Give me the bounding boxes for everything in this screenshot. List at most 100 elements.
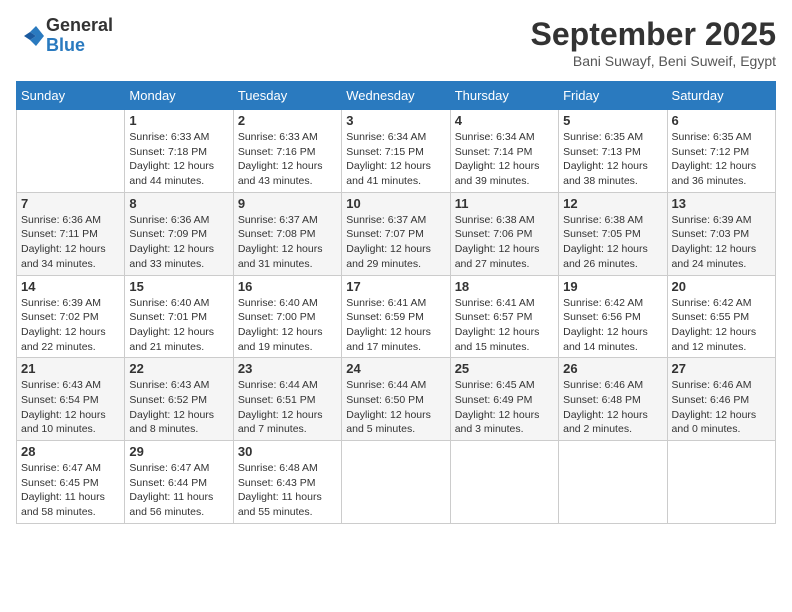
calendar-cell: 1 Sunrise: 6:33 AM Sunset: 7:18 PM Daylig… — [125, 110, 233, 193]
calendar-cell — [342, 441, 450, 524]
calendar-cell: 28Sunrise: 6:47 AM Sunset: 6:45 PM Dayli… — [17, 441, 125, 524]
day-number: 19 — [563, 279, 662, 294]
calendar-week-row: 21Sunrise: 6:43 AM Sunset: 6:54 PM Dayli… — [17, 358, 776, 441]
day-number: 10 — [346, 196, 445, 211]
day-info: Sunrise: 6:41 AM Sunset: 6:59 PM Dayligh… — [346, 296, 445, 355]
calendar-cell: 14Sunrise: 6:39 AM Sunset: 7:02 PM Dayli… — [17, 275, 125, 358]
calendar-cell: 30 Sunrise: 6:48 AM Sunset: 6:43 PM Dayli… — [233, 441, 341, 524]
day-info: Sunrise: 6:48 AM Sunset: 6:43 PM Dayligh… — [238, 461, 337, 520]
day-info: Sunrise: 6:35 AM Sunset: 7:13 PM Dayligh… — [563, 130, 662, 189]
day-info: Sunrise: 6:36 AM Sunset: 7:09 PM Dayligh… — [129, 213, 228, 272]
calendar-week-row: 7Sunrise: 6:36 AM Sunset: 7:11 PM Daylig… — [17, 192, 776, 275]
day-number: 18 — [455, 279, 554, 294]
logo-text: General Blue — [46, 16, 113, 56]
calendar-cell: 12 Sunrise: 6:38 AM Sunset: 7:05 PM Dayli… — [559, 192, 667, 275]
calendar-cell: 11 Sunrise: 6:38 AM Sunset: 7:06 PM Dayli… — [450, 192, 558, 275]
weekday-header-tuesday: Tuesday — [233, 82, 341, 110]
calendar-cell — [667, 441, 775, 524]
location-subtitle: Bani Suwayf, Beni Suweif, Egypt — [531, 53, 776, 69]
day-info: Sunrise: 6:38 AM Sunset: 7:06 PM Dayligh… — [455, 213, 554, 272]
day-info: Sunrise: 6:40 AM Sunset: 7:00 PM Dayligh… — [238, 296, 337, 355]
day-info: Sunrise: 6:36 AM Sunset: 7:11 PM Dayligh… — [21, 213, 120, 272]
day-number: 17 — [346, 279, 445, 294]
day-info: Sunrise: 6:33 AM Sunset: 7:18 PM Dayligh… — [129, 130, 228, 189]
day-info: Sunrise: 6:34 AM Sunset: 7:15 PM Dayligh… — [346, 130, 445, 189]
weekday-header-wednesday: Wednesday — [342, 82, 450, 110]
logo-blue-text: Blue — [46, 36, 113, 56]
weekday-header-monday: Monday — [125, 82, 233, 110]
title-block: September 2025 Bani Suwayf, Beni Suweif,… — [531, 16, 776, 69]
calendar-cell: 16 Sunrise: 6:40 AM Sunset: 7:00 PM Dayli… — [233, 275, 341, 358]
day-number: 24 — [346, 361, 445, 376]
day-info: Sunrise: 6:34 AM Sunset: 7:14 PM Dayligh… — [455, 130, 554, 189]
day-number: 15 — [129, 279, 228, 294]
calendar-cell: 21Sunrise: 6:43 AM Sunset: 6:54 PM Dayli… — [17, 358, 125, 441]
calendar-week-row: 28Sunrise: 6:47 AM Sunset: 6:45 PM Dayli… — [17, 441, 776, 524]
day-info: Sunrise: 6:43 AM Sunset: 6:52 PM Dayligh… — [129, 378, 228, 437]
day-number: 23 — [238, 361, 337, 376]
calendar-cell: 2 Sunrise: 6:33 AM Sunset: 7:16 PM Daylig… — [233, 110, 341, 193]
calendar-cell: 13 Sunrise: 6:39 AM Sunset: 7:03 PM Dayli… — [667, 192, 775, 275]
day-number: 6 — [672, 113, 771, 128]
day-info: Sunrise: 6:40 AM Sunset: 7:01 PM Dayligh… — [129, 296, 228, 355]
day-number: 1 — [129, 113, 228, 128]
calendar-cell: 20 Sunrise: 6:42 AM Sunset: 6:55 PM Dayli… — [667, 275, 775, 358]
day-number: 2 — [238, 113, 337, 128]
calendar-cell: 24 Sunrise: 6:44 AM Sunset: 6:50 PM Dayli… — [342, 358, 450, 441]
calendar-cell: 27Sunrise: 6:46 AM Sunset: 6:46 PM Dayli… — [667, 358, 775, 441]
calendar-cell: 26 Sunrise: 6:46 AM Sunset: 6:48 PM Dayli… — [559, 358, 667, 441]
day-number: 25 — [455, 361, 554, 376]
day-info: Sunrise: 6:46 AM Sunset: 6:48 PM Dayligh… — [563, 378, 662, 437]
day-number: 20 — [672, 279, 771, 294]
day-number: 30 — [238, 444, 337, 459]
day-info: Sunrise: 6:37 AM Sunset: 7:08 PM Dayligh… — [238, 213, 337, 272]
calendar-cell: 8 Sunrise: 6:36 AM Sunset: 7:09 PM Daylig… — [125, 192, 233, 275]
day-info: Sunrise: 6:33 AM Sunset: 7:16 PM Dayligh… — [238, 130, 337, 189]
day-info: Sunrise: 6:38 AM Sunset: 7:05 PM Dayligh… — [563, 213, 662, 272]
day-info: Sunrise: 6:42 AM Sunset: 6:56 PM Dayligh… — [563, 296, 662, 355]
day-info: Sunrise: 6:47 AM Sunset: 6:44 PM Dayligh… — [129, 461, 228, 520]
day-number: 14 — [21, 279, 120, 294]
calendar-cell: 17 Sunrise: 6:41 AM Sunset: 6:59 PM Dayli… — [342, 275, 450, 358]
calendar-week-row: 14Sunrise: 6:39 AM Sunset: 7:02 PM Dayli… — [17, 275, 776, 358]
day-info: Sunrise: 6:44 AM Sunset: 6:51 PM Dayligh… — [238, 378, 337, 437]
calendar-cell: 18 Sunrise: 6:41 AM Sunset: 6:57 PM Dayli… — [450, 275, 558, 358]
calendar-cell: 29 Sunrise: 6:47 AM Sunset: 6:44 PM Dayli… — [125, 441, 233, 524]
calendar-cell: 19 Sunrise: 6:42 AM Sunset: 6:56 PM Dayli… — [559, 275, 667, 358]
calendar-cell: 4 Sunrise: 6:34 AM Sunset: 7:14 PM Daylig… — [450, 110, 558, 193]
day-number: 28 — [21, 444, 120, 459]
day-info: Sunrise: 6:44 AM Sunset: 6:50 PM Dayligh… — [346, 378, 445, 437]
calendar-cell — [450, 441, 558, 524]
day-number: 13 — [672, 196, 771, 211]
weekday-header-friday: Friday — [559, 82, 667, 110]
day-number: 26 — [563, 361, 662, 376]
day-number: 4 — [455, 113, 554, 128]
day-number: 12 — [563, 196, 662, 211]
day-info: Sunrise: 6:35 AM Sunset: 7:12 PM Dayligh… — [672, 130, 771, 189]
calendar-cell: 15 Sunrise: 6:40 AM Sunset: 7:01 PM Dayli… — [125, 275, 233, 358]
weekday-header-row: SundayMondayTuesdayWednesdayThursdayFrid… — [17, 82, 776, 110]
weekday-header-sunday: Sunday — [17, 82, 125, 110]
calendar-cell: 5Sunrise: 6:35 AM Sunset: 7:13 PM Daylig… — [559, 110, 667, 193]
day-info: Sunrise: 6:45 AM Sunset: 6:49 PM Dayligh… — [455, 378, 554, 437]
calendar-week-row: 1 Sunrise: 6:33 AM Sunset: 7:18 PM Daylig… — [17, 110, 776, 193]
logo-icon — [16, 22, 44, 50]
day-number: 8 — [129, 196, 228, 211]
day-info: Sunrise: 6:42 AM Sunset: 6:55 PM Dayligh… — [672, 296, 771, 355]
calendar-cell — [17, 110, 125, 193]
day-number: 16 — [238, 279, 337, 294]
day-info: Sunrise: 6:39 AM Sunset: 7:03 PM Dayligh… — [672, 213, 771, 272]
calendar-cell: 6 Sunrise: 6:35 AM Sunset: 7:12 PM Daylig… — [667, 110, 775, 193]
calendar-cell: 10Sunrise: 6:37 AM Sunset: 7:07 PM Dayli… — [342, 192, 450, 275]
logo: General Blue — [16, 16, 113, 56]
weekday-header-thursday: Thursday — [450, 82, 558, 110]
day-number: 3 — [346, 113, 445, 128]
calendar-cell: 23 Sunrise: 6:44 AM Sunset: 6:51 PM Dayli… — [233, 358, 341, 441]
day-number: 29 — [129, 444, 228, 459]
day-info: Sunrise: 6:41 AM Sunset: 6:57 PM Dayligh… — [455, 296, 554, 355]
calendar-cell — [559, 441, 667, 524]
day-number: 22 — [129, 361, 228, 376]
day-info: Sunrise: 6:46 AM Sunset: 6:46 PM Dayligh… — [672, 378, 771, 437]
day-number: 11 — [455, 196, 554, 211]
calendar-cell: 22 Sunrise: 6:43 AM Sunset: 6:52 PM Dayli… — [125, 358, 233, 441]
